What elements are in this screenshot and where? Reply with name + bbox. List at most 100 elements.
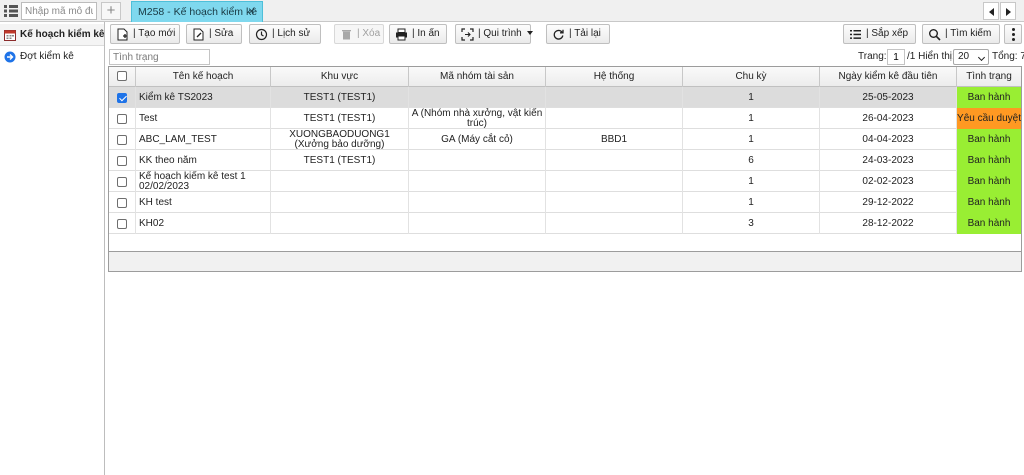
cell-date: 04-04-2023 — [820, 129, 957, 150]
cell-area: XUONGBAODUONG1 (Xưởng bảo dưỡng) — [271, 129, 409, 150]
header-khu-vuc[interactable]: Khu vực — [271, 67, 409, 87]
reload-button[interactable]: | Tải lại — [546, 24, 610, 44]
table-row[interactable]: KH02 3 28-12-2022 Ban hành — [109, 213, 1021, 234]
cell-date: 28-12-2022 — [820, 213, 957, 234]
header-he-thong[interactable]: Hệ thống — [546, 67, 683, 87]
status-badge: Ban hành — [957, 129, 1021, 150]
grid-menu-icon[interactable] — [3, 4, 19, 18]
row-checkbox[interactable] — [117, 92, 127, 103]
more-options-button[interactable] — [1004, 24, 1022, 44]
page-size-value: 20 — [958, 51, 970, 62]
row-checkbox[interactable] — [117, 134, 127, 145]
delete-label: | Xóa — [357, 28, 381, 39]
cell-system — [546, 171, 683, 192]
cell-group: A (Nhóm nhà xưởng, vật kiến trúc) — [409, 108, 546, 129]
cell-system — [546, 87, 683, 108]
cell-system: BBD1 — [546, 129, 683, 150]
table-row[interactable]: Kế hoạch kiểm kê test 1 02/02/2023 1 02-02… — [109, 171, 1021, 192]
edit-button[interactable]: | Sửa — [186, 24, 242, 44]
printer-icon — [396, 28, 407, 41]
page-size-select[interactable]: 20 — [953, 49, 989, 65]
tab-scroll-right-button[interactable] — [1000, 2, 1016, 20]
select-all-cell — [109, 67, 136, 87]
cell-group — [409, 213, 546, 234]
search-label: | Tìm kiếm — [945, 28, 992, 39]
row-checkbox[interactable] — [117, 197, 127, 208]
new-document-icon — [117, 28, 128, 41]
tab-label: M258 - Kế hoạch kiểm kê — [138, 6, 258, 18]
cell-cycle: 1 — [683, 192, 820, 213]
process-dropdown-button[interactable]: | Qui trình — [455, 24, 533, 44]
delete-button[interactable]: | Xóa — [334, 24, 384, 44]
create-label: | Tạo mới — [133, 28, 176, 39]
header-ten-ke-hoach[interactable]: Tên kế hoạch — [136, 67, 271, 87]
table-header: Tên kế hoạch Khu vực Mã nhóm tài sản Hệ … — [109, 67, 1021, 87]
cell-name: ABC_LAM_TEST — [136, 129, 271, 150]
row-checkbox[interactable] — [117, 155, 127, 166]
sidebar-item-dot-kiem-ke[interactable]: Đợt kiểm kê — [0, 46, 104, 68]
row-checkbox[interactable] — [117, 218, 127, 229]
header-tinh-trang[interactable]: Tình trạng — [957, 67, 1021, 87]
status-badge: Ban hành — [957, 87, 1021, 108]
page-number-input[interactable] — [887, 49, 905, 65]
cell-date: 02-02-2023 — [820, 171, 957, 192]
search-button[interactable]: | Tìm kiếm — [922, 24, 1000, 44]
cell-area — [271, 192, 409, 213]
header-ma-nhom-tai-san[interactable]: Mã nhóm tài sản — [409, 67, 546, 87]
print-button[interactable]: | In ấn — [389, 24, 447, 44]
cell-area: TEST1 (TEST1) — [271, 108, 409, 129]
sidebar-item-label: Đợt kiểm kê — [20, 51, 74, 62]
status-filter-input[interactable] — [109, 49, 210, 65]
cell-name: Kế hoạch kiểm kê test 1 02/02/2023 — [136, 171, 271, 192]
status-badge: Ban hành — [957, 192, 1021, 213]
cell-area: TEST1 (TEST1) — [271, 87, 409, 108]
history-label: | Lịch sử — [272, 28, 311, 39]
page-total-label: /1 Hiển thị: — [907, 51, 955, 62]
status-badge: Ban hành — [957, 150, 1021, 171]
tab-m258[interactable]: M258 - Kế hoạch kiểm kê × — [131, 1, 263, 22]
cell-cycle: 1 — [683, 129, 820, 150]
search-icon — [929, 29, 941, 41]
table-row[interactable]: Kiểm kê TS2023 TEST1 (TEST1) 1 25-05-2023 Ba… — [109, 87, 1021, 108]
cell-system — [546, 150, 683, 171]
cell-system — [546, 213, 683, 234]
cell-name: Test — [136, 108, 271, 129]
cell-area — [271, 171, 409, 192]
refresh-icon — [553, 29, 564, 40]
add-tab-button[interactable]: + — [101, 2, 121, 20]
header-ngay-kiem-ke[interactable]: Ngày kiểm kê đầu tiên — [820, 67, 957, 87]
cell-cycle: 1 — [683, 87, 820, 108]
cell-area: TEST1 (TEST1) — [271, 150, 409, 171]
table-row[interactable]: KK theo năm TEST1 (TEST1) 6 24-03-2023 Ban h… — [109, 150, 1021, 171]
cell-area — [271, 213, 409, 234]
cell-name: Kiểm kê TS2023 — [136, 87, 271, 108]
sort-button[interactable]: | Sắp xếp — [843, 24, 916, 44]
header-chu-ky[interactable]: Chu kỳ — [683, 67, 820, 87]
cell-system — [546, 108, 683, 129]
row-select-cell — [109, 108, 136, 129]
tab-scroll-left-button[interactable] — [983, 2, 999, 20]
edit-icon — [193, 28, 204, 41]
cell-date: 24-03-2023 — [820, 150, 957, 171]
table-row[interactable]: Test TEST1 (TEST1) A (Nhóm nhà xưởng, vật … — [109, 108, 1021, 129]
create-button[interactable]: | Tạo mới — [110, 24, 180, 44]
cell-cycle: 3 — [683, 213, 820, 234]
cell-system — [546, 192, 683, 213]
row-checkbox[interactable] — [117, 113, 127, 124]
row-select-cell — [109, 171, 136, 192]
row-checkbox[interactable] — [117, 176, 127, 187]
table-row[interactable]: KH test 1 29-12-2022 Ban hành — [109, 192, 1021, 213]
arrow-circle-icon — [4, 51, 16, 63]
row-select-cell — [109, 192, 136, 213]
grid-footer — [108, 251, 1022, 272]
reload-label: | Tải lại — [569, 28, 601, 39]
workflow-icon — [461, 28, 474, 41]
close-icon[interactable]: × — [248, 4, 255, 18]
module-code-input[interactable] — [21, 2, 97, 20]
cell-date: 29-12-2022 — [820, 192, 957, 213]
history-button[interactable]: | Lịch sử — [249, 24, 321, 44]
table-row[interactable]: ABC_LAM_TEST XUONGBAODUONG1 (Xưởng bảo dư… — [109, 129, 1021, 150]
sidebar-item-ke-hoach-kiem-ke[interactable]: Kế hoạch kiểm kê — [0, 24, 104, 46]
cell-group: GA (Máy cắt cỏ) — [409, 129, 546, 150]
select-all-checkbox[interactable] — [117, 71, 127, 82]
